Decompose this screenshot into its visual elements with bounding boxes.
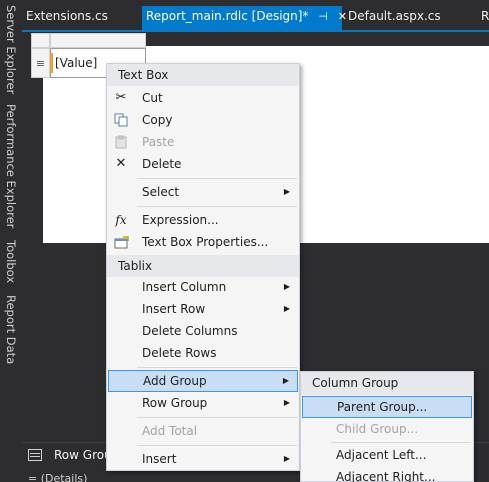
menu-item-delete-columns[interactable]: Delete Columns: [108, 320, 298, 342]
menu-item-parent-group[interactable]: Parent Group...: [302, 396, 472, 418]
menu-item-insert[interactable]: Insert ▶: [108, 448, 298, 470]
menu-item-adjacent-right[interactable]: Adjacent Right...: [302, 466, 472, 482]
menu-separator: [137, 206, 297, 207]
document-tab-bar: Extensions.cs Report_main.rdlc [Design]*…: [22, 0, 489, 32]
tab-label: R: [481, 9, 489, 23]
menu-item-label: Paste: [142, 135, 175, 149]
section-header-tablix: Tablix: [107, 255, 299, 277]
copy-icon: [113, 112, 129, 128]
pin-icon[interactable]: ⊣: [318, 6, 328, 27]
submenu-arrow-icon: ▶: [283, 454, 290, 463]
context-menu: Text Box ✂ Cut Copy Paste ✕ Delete Selec…: [106, 63, 300, 471]
menu-item-copy[interactable]: Copy: [108, 109, 298, 131]
menu-item-label: Insert Row: [142, 302, 206, 316]
tab-label: Default.aspx.cs: [348, 9, 441, 23]
menu-item-label: Delete Rows: [142, 346, 217, 360]
menu-item-select[interactable]: Select ▶: [108, 181, 298, 203]
menu-separator: [137, 178, 297, 179]
submenu-arrow-icon: ▶: [283, 398, 290, 407]
menu-item-expression[interactable]: fx Expression...: [108, 209, 298, 231]
menu-item-adjacent-left[interactable]: Adjacent Left...: [302, 444, 472, 466]
tab-label: Report_main.rdlc [Design]*: [146, 9, 309, 23]
report-data-tab[interactable]: Report Data: [0, 294, 22, 366]
server-explorer-label: Server Explorer: [4, 5, 18, 95]
tablix-corner-handle[interactable]: [31, 33, 50, 48]
menu-separator: [331, 442, 471, 443]
menu-item-label: Child Group...: [336, 422, 419, 436]
menu-item-delete[interactable]: ✕ Delete: [108, 153, 298, 175]
tab-overflow[interactable]: R: [477, 6, 489, 27]
menu-item-label: Expression...: [142, 213, 219, 227]
submenu-arrow-icon: ▶: [282, 376, 289, 385]
toolbox-label: Toolbox: [4, 240, 18, 284]
menu-item-add-group[interactable]: Add Group ▶: [108, 370, 298, 392]
report-data-label: Report Data: [4, 295, 18, 365]
submenu-arrow-icon: ▶: [283, 282, 290, 291]
details-group-item[interactable]: = (Details): [28, 472, 87, 482]
tablix-column-handle[interactable]: [50, 33, 146, 48]
menu-item-label: Select: [142, 185, 180, 199]
row-groups-icon: [28, 449, 42, 461]
menu-item-label: Copy: [142, 113, 173, 127]
menu-separator: [137, 445, 297, 446]
menu-item-label: Adjacent Right...: [336, 470, 436, 482]
tablix-row-handle[interactable]: ≡: [31, 48, 50, 78]
menu-item-delete-rows[interactable]: Delete Rows: [108, 342, 298, 364]
menu-item-add-total[interactable]: Add Total: [108, 420, 298, 442]
fx-icon: fx: [115, 213, 127, 227]
scissors-icon: ✂: [115, 90, 127, 105]
menu-item-label: Cut: [142, 91, 163, 105]
tab-default-aspx-cs[interactable]: Default.aspx.cs: [344, 6, 464, 27]
menu-item-insert-column[interactable]: Insert Column ▶: [108, 276, 298, 298]
toolbox-tab[interactable]: Toolbox: [0, 236, 22, 288]
menu-item-label: Delete Columns: [142, 324, 238, 338]
submenu-arrow-icon: ▶: [283, 187, 290, 196]
add-group-submenu: Column Group Parent Group... Child Group…: [300, 371, 474, 482]
menu-separator: [137, 367, 297, 368]
menu-item-label: Adjacent Left...: [336, 448, 427, 462]
submenu-arrow-icon: ▶: [283, 304, 290, 313]
menu-item-label: Delete: [142, 157, 182, 171]
paste-icon: [113, 134, 129, 150]
tab-label: Extensions.cs: [26, 9, 108, 23]
menu-item-child-group[interactable]: Child Group...: [302, 418, 472, 440]
menu-item-label: Text Box Properties...: [142, 235, 269, 249]
section-header-column-group: Column Group: [301, 372, 473, 395]
menu-item-label: Parent Group...: [337, 400, 428, 414]
server-explorer-tab[interactable]: Server Explorer: [0, 4, 22, 96]
menu-item-row-group[interactable]: Row Group ▶: [108, 392, 298, 414]
menu-item-paste[interactable]: Paste: [108, 131, 298, 153]
menu-item-label: Add Total: [142, 424, 198, 438]
menu-item-textbox-properties[interactable]: Text Box Properties...: [108, 231, 298, 253]
row-groups-label: Row Grou: [54, 448, 112, 462]
menu-item-insert-row[interactable]: Insert Row ▶: [108, 298, 298, 320]
menu-item-label: Add Group: [143, 374, 207, 388]
performance-explorer-label: Performance Explorer: [4, 103, 18, 229]
tool-window-strip: Server Explorer Performance Explorer Too…: [0, 0, 22, 482]
menu-item-cut[interactable]: ✂ Cut: [108, 87, 298, 109]
properties-icon: [113, 234, 129, 250]
tab-report-main-design[interactable]: Report_main.rdlc [Design]* ⊣ ✕: [142, 6, 347, 30]
menu-item-label: Insert Column: [142, 280, 227, 294]
menu-separator: [137, 417, 297, 418]
performance-explorer-tab[interactable]: Performance Explorer: [0, 102, 22, 230]
menu-item-label: Insert: [142, 452, 177, 466]
menu-item-label: Row Group: [142, 396, 208, 410]
section-header-textbox: Text Box: [107, 64, 299, 86]
tab-extensions-cs[interactable]: Extensions.cs: [22, 6, 140, 27]
delete-x-icon: ✕: [115, 156, 127, 171]
